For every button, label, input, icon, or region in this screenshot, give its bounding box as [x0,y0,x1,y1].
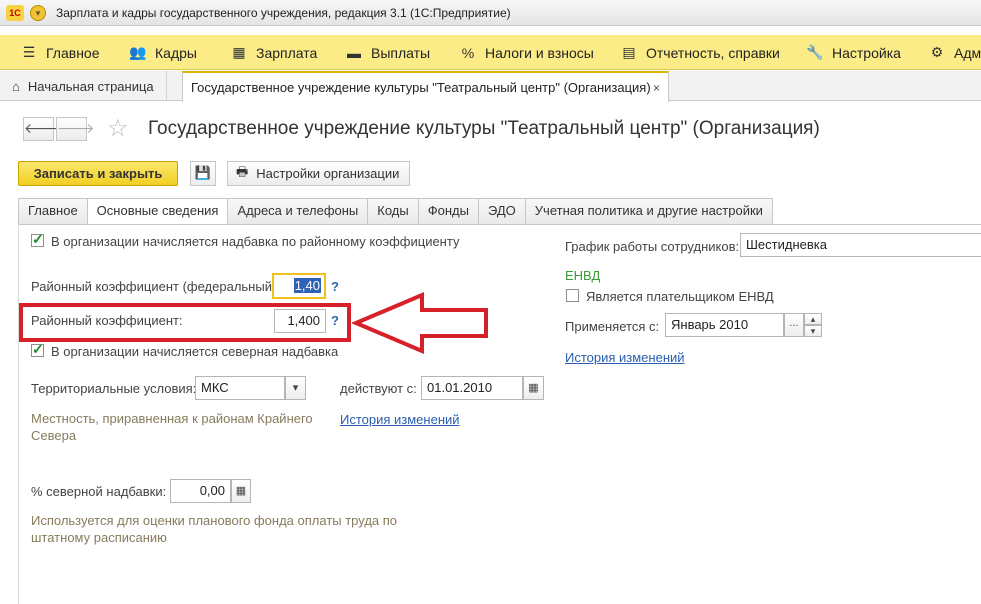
form-tabs: Главное Основные сведения Адреса и телеф… [18,198,773,225]
forward-button[interactable]: 🡒 [56,117,95,141]
tab-funds[interactable]: Фонды [417,198,479,224]
highlight-frame [19,303,351,342]
spin-down-icon[interactable]: ▾ [804,325,822,337]
northern-allowance-checkbox[interactable] [31,341,44,358]
northern-allowance-label: В организации начисляется северная надба… [51,344,339,359]
wallet-icon: ▬ [347,44,361,61]
gear-icon: ⚙ [930,44,944,60]
section-label: Адм [954,44,981,61]
section-label: Налоги и взносы [485,44,594,61]
section-main[interactable]: ☰ Главное [20,35,100,70]
section-payments[interactable]: ▬ Выплаты [345,35,430,70]
people-icon: 👥 [129,44,147,60]
printer-icon: 🖶 [236,163,249,179]
applies-from-field[interactable]: Январь 2010 [665,313,784,337]
section-label: Главное [46,44,100,61]
northern-pct-label: % северной надбавки: [31,484,167,499]
tab-basic-info[interactable]: Основные сведения [86,198,229,225]
back-button[interactable]: 🡐 [23,117,62,141]
valid-from-field[interactable]: 01.01.2010 [421,376,523,400]
section-label: Кадры [155,44,197,61]
select-dots-button[interactable]: ... [784,313,804,337]
calendar-icon[interactable]: ▦ [523,376,544,400]
section-label: Отчетность, справки [646,44,780,61]
tab-accounting-policy[interactable]: Учетная политика и другие настройки [524,198,773,224]
floppy-disk-icon: 💾 [194,165,212,180]
tab-divider [18,224,981,225]
calculator-icon[interactable]: ▦ [231,479,251,503]
section-label: Зарплата [256,44,318,61]
form-title: Государственное учреждение культуры "Теа… [148,118,820,139]
northern-pct-field[interactable]: 0,00 [170,479,231,503]
settings-button-label: Настройки организации [256,166,400,181]
territory-history-link[interactable]: История изменений [340,412,460,427]
section-settings[interactable]: 🔧 Настройка [806,35,901,70]
home-icon: ⌂ [12,78,20,94]
wrench-icon: 🔧 [806,44,824,60]
section-reports[interactable]: ▤ Отчетность, справки [620,35,780,70]
section-admin[interactable]: ⚙ Адм [928,35,981,70]
coef-fed-value: 1,40 [293,278,321,293]
annotation-arrow-icon [352,292,488,354]
organization-settings-button[interactable]: 🖶 Настройки организации [227,161,410,186]
tab-edo[interactable]: ЭДО [477,198,526,224]
window-title: Зарплата и кадры государственного учрежд… [56,6,511,20]
home-tab-label: Начальная страница [27,78,154,94]
save-and-close-button[interactable]: Записать и закрыть [18,161,178,186]
territory-note: Местность, приравненная к районам Крайне… [31,411,313,443]
section-salary[interactable]: ▦ Зарплата [230,35,317,70]
schedule-field[interactable]: Шестидневка [740,233,981,257]
menu-icon: ☰ [22,44,36,60]
chevron-down-icon[interactable]: ▾ [285,376,306,400]
northern-note: Используется для оценки планового фонда … [31,513,398,545]
section-label: Настройка [832,44,901,61]
section-personnel[interactable]: 👥 Кадры [129,35,197,70]
coef-fed-field[interactable]: 1,40 [272,273,326,299]
home-page-tab[interactable]: ⌂ Начальная страница [0,71,167,101]
regional-allowance-checkbox[interactable] [31,231,44,248]
percent-icon: % [461,44,475,61]
app-menu-chevron-icon[interactable]: ▾ [30,5,46,21]
favorite-star-icon[interactable]: ☆ [107,114,129,143]
envd-section-header: ЕНВД [565,268,601,283]
window-titlebar: 1С ▾ Зарплата и кадры государственного у… [0,0,981,26]
applies-from-label: Применяется с: [565,319,660,334]
calculator-icon: ▦ [232,44,246,60]
close-icon[interactable]: × [653,81,660,95]
organization-tab-label: Государственное учреждение культуры "Теа… [191,80,651,95]
envd-label: Является плательщиком ЕНВД [586,289,774,304]
tab-codes[interactable]: Коды [367,198,419,224]
regional-allowance-label: В организации начисляется надбавка по ра… [51,234,460,249]
territory-label: Территориальные условия: [31,381,197,396]
panel-border [18,224,19,604]
tab-main[interactable]: Главное [18,198,88,224]
sections-panel: ☰ Главное 👥 Кадры ▦ Зарплата ▬ Выплаты % Нало… [0,35,981,70]
section-label: Выплаты [371,44,431,61]
section-taxes[interactable]: % Налоги и взносы [459,35,594,70]
envd-checkbox[interactable] [566,289,579,302]
help-icon[interactable]: ? [331,279,339,294]
open-windows-bar: ⌂ Начальная страница Государственное учр… [0,71,981,102]
envd-history-link[interactable]: История изменений [565,350,685,365]
coef-fed-label: Районный коэффициент (федеральный): [31,279,280,294]
schedule-label: График работы сотрудников: [565,239,740,254]
app-logo-icon: 1С [6,5,24,21]
territory-select[interactable]: МКС [195,376,285,400]
valid-from-label: действуют с: [340,381,417,396]
report-icon: ▤ [622,44,636,60]
save-button[interactable]: 💾 [190,161,216,186]
organization-window-tab[interactable]: Государственное учреждение культуры "Теа… [182,71,669,102]
tab-addresses[interactable]: Адреса и телефоны [227,198,369,224]
spin-up-icon[interactable]: ▴ [804,313,822,325]
